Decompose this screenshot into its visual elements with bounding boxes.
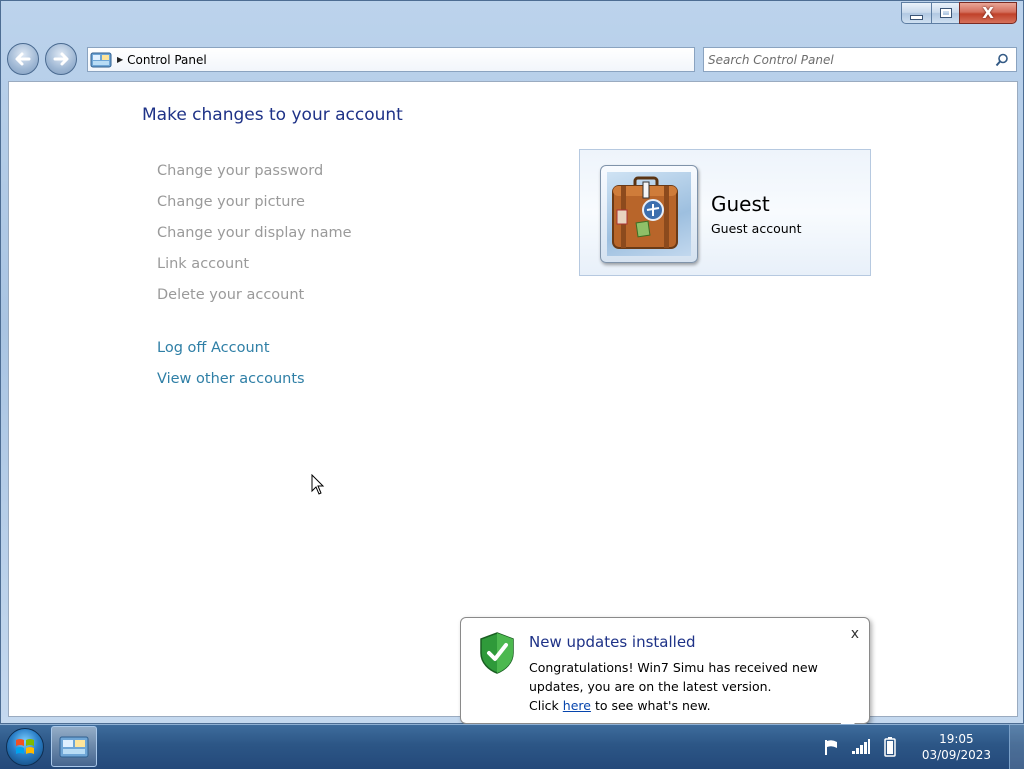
change-picture-link[interactable]: Change your picture xyxy=(157,193,352,224)
show-desktop-button[interactable] xyxy=(1009,725,1024,769)
suitcase-picture-icon xyxy=(607,172,691,256)
clock-time: 19:05 xyxy=(939,732,974,746)
close-button[interactable]: X xyxy=(959,2,1017,24)
back-arrow-icon xyxy=(15,52,31,66)
account-card: Guest Guest account xyxy=(579,149,871,276)
maximize-button[interactable] xyxy=(931,2,959,24)
notification-suffix-text: to see what's new. xyxy=(594,698,711,713)
delete-account-link[interactable]: Delete your account xyxy=(157,286,352,317)
security-shield-icon xyxy=(480,632,514,674)
control-panel-icon xyxy=(59,736,89,757)
clock-date: 03/09/2023 xyxy=(921,748,991,762)
change-password-link[interactable]: Change your password xyxy=(157,162,352,193)
taskbar-control-panel-button[interactable] xyxy=(51,726,97,767)
notification-close-button[interactable]: x xyxy=(851,626,859,642)
forward-arrow-icon xyxy=(53,52,69,66)
back-button[interactable] xyxy=(7,43,39,75)
system-tray: 19:05 03/09/2023 xyxy=(819,725,1024,769)
control-panel-icon xyxy=(89,51,113,69)
address-bar[interactable]: ▶ Control Panel xyxy=(87,47,695,72)
view-other-accounts-link[interactable]: View other accounts xyxy=(157,370,305,401)
minimize-icon xyxy=(910,14,923,20)
mouse-cursor-icon xyxy=(311,474,325,495)
network-signal-icon[interactable] xyxy=(848,735,874,759)
change-display-name-link[interactable]: Change your display name xyxy=(157,224,352,255)
notification-here-link[interactable]: here xyxy=(563,698,591,713)
forward-button[interactable] xyxy=(45,43,77,75)
taskbar: 19:05 03/09/2023 xyxy=(0,724,1024,769)
account-name: Guest xyxy=(711,192,770,216)
search-box[interactable] xyxy=(703,47,1017,72)
account-type: Guest account xyxy=(711,221,802,236)
page-title: Make changes to your account xyxy=(142,105,403,125)
window-controls: X xyxy=(901,2,1017,24)
windows-logo-icon xyxy=(16,739,34,754)
search-icon[interactable] xyxy=(992,50,1012,70)
minimize-button[interactable] xyxy=(901,2,931,24)
action-center-flag-icon[interactable] xyxy=(819,735,845,759)
battery-icon[interactable] xyxy=(877,735,903,759)
notification-body: Congratulations! Win7 Simu has received … xyxy=(529,658,859,715)
account-nav-links: Log off Account View other accounts xyxy=(157,339,305,401)
clock[interactable]: 19:05 03/09/2023 xyxy=(922,731,991,763)
breadcrumb-arrow-icon[interactable]: ▶ xyxy=(117,55,123,64)
task-list: Change your password Change your picture… xyxy=(157,162,352,317)
update-notification[interactable]: New updates installed x Congratulations!… xyxy=(460,617,870,740)
notification-title: New updates installed xyxy=(529,633,696,651)
control-panel-window: X ▶ Control Panel Search Control Panel M… xyxy=(0,0,1024,724)
avatar[interactable] xyxy=(600,165,698,263)
start-button[interactable] xyxy=(6,728,44,766)
close-icon: X xyxy=(982,4,994,22)
notification-click-text: Click xyxy=(529,698,559,713)
maximize-icon xyxy=(939,8,952,18)
link-account-link[interactable]: Link account xyxy=(157,255,352,286)
breadcrumb-control-panel[interactable]: Control Panel xyxy=(127,53,207,67)
search-input[interactable] xyxy=(704,51,992,68)
notification-message: Congratulations! Win7 Simu has received … xyxy=(529,660,818,694)
log-off-link[interactable]: Log off Account xyxy=(157,339,305,370)
